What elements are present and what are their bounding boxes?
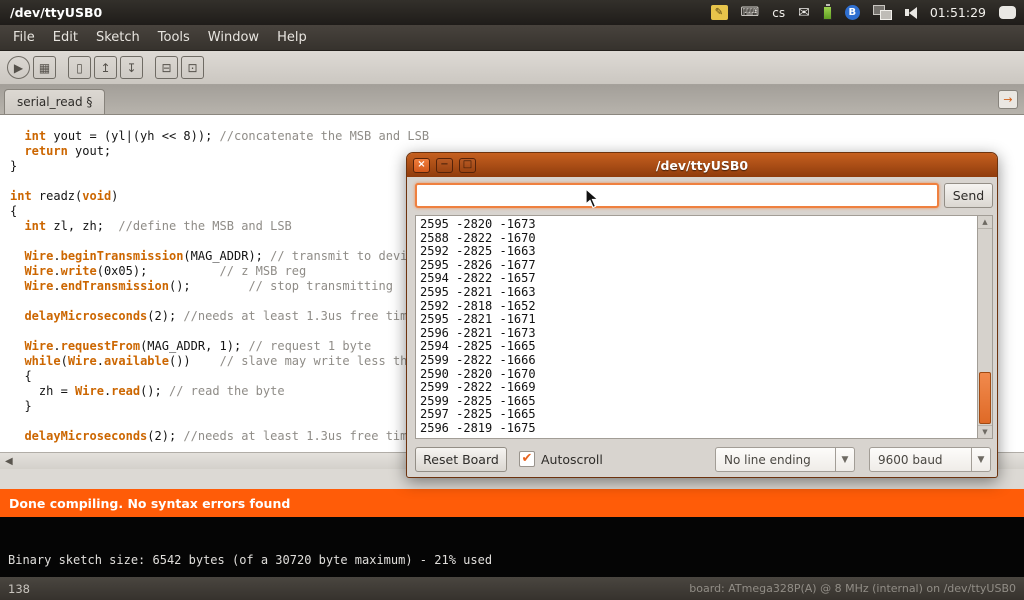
chevron-down-icon[interactable]: ▼	[835, 448, 854, 471]
notes-applet-icon[interactable]: ✎	[711, 5, 728, 20]
scroll-up-arrow-icon[interactable]: ▲	[978, 216, 992, 229]
maximize-window-button[interactable]: □	[459, 158, 476, 173]
system-tray: ✎ ⌨ cs ✉ B 01:51:29	[711, 5, 1017, 20]
board-info: board: ATmega328P(A) @ 8 MHz (internal) …	[689, 582, 1016, 595]
build-console: Binary sketch size: 6542 bytes (of a 307…	[0, 517, 1024, 577]
tab-serial-read[interactable]: serial_read §	[4, 89, 105, 114]
serial-monitor-titlebar[interactable]: /dev/ttyUSB0 × − □	[407, 153, 997, 177]
serial-output-area[interactable]: 2595 -2820 -1673 2588 -2822 -1670 2592 -…	[415, 215, 993, 439]
keyboard-icon[interactable]: ⌨	[741, 5, 760, 20]
stop-button[interactable]: ▦	[33, 56, 56, 79]
tab-bar: serial_read § →	[0, 85, 1024, 115]
volume-icon-cone	[909, 7, 917, 19]
battery-icon[interactable]	[823, 6, 832, 20]
autoscroll-label: Autoscroll	[541, 452, 603, 467]
network-icon[interactable]	[873, 5, 892, 20]
menu-edit[interactable]: Edit	[44, 26, 87, 49]
baud-rate-value: 9600 baud	[870, 453, 971, 467]
save-button[interactable]: ↧	[120, 56, 143, 79]
serial-output-scrollbar[interactable]: ▲ ▼	[977, 216, 992, 438]
scrollbar-thumb[interactable]	[979, 372, 991, 424]
line-ending-select[interactable]: No line ending ▼	[715, 447, 855, 472]
toolbar: ▶ ▦ ▯ ↥ ↧ ⊟ ⊡	[0, 51, 1024, 85]
menubar: File Edit Sketch Tools Window Help	[0, 25, 1024, 51]
clock[interactable]: 01:51:29	[930, 5, 986, 20]
menu-help[interactable]: Help	[268, 26, 316, 49]
session-menu-icon[interactable]	[999, 6, 1016, 19]
serial-output-text: 2595 -2820 -1673 2588 -2822 -1670 2592 -…	[420, 218, 974, 436]
send-button[interactable]: Send	[944, 183, 993, 208]
keyboard-layout-indicator[interactable]: cs	[772, 6, 785, 20]
upload-button[interactable]: ⊟	[155, 56, 178, 79]
menu-tools[interactable]: Tools	[149, 26, 199, 49]
new-sketch-button[interactable]: ▯	[68, 56, 91, 79]
code-line: int yout = (yl|(yh << 8)); //concatenate…	[10, 129, 1024, 144]
scroll-left-arrow-icon[interactable]: ◀	[5, 456, 13, 467]
menu-sketch[interactable]: Sketch	[87, 26, 149, 49]
compile-status-message: Done compiling. No syntax errors found	[9, 496, 290, 511]
volume-icon[interactable]	[905, 7, 917, 19]
build-console-text: Binary sketch size: 6542 bytes (of a 307…	[8, 553, 492, 567]
reset-board-button[interactable]: Reset Board	[415, 447, 507, 472]
mail-icon[interactable]: ✉	[798, 6, 810, 20]
minimize-window-button[interactable]: −	[436, 158, 453, 173]
screen: /dev/ttyUSB0 ✎ ⌨ cs ✉ B 01:51:29 File Ed…	[0, 0, 1024, 600]
line-ending-value: No line ending	[716, 453, 835, 467]
bluetooth-icon[interactable]: B	[845, 5, 860, 20]
close-window-button[interactable]: ×	[413, 158, 430, 173]
compile-status-bar: Done compiling. No syntax errors found	[0, 489, 1024, 517]
line-number-indicator: 138	[8, 582, 30, 596]
serial-send-input[interactable]	[415, 183, 939, 208]
autoscroll-checkbox[interactable]: ✔	[519, 451, 535, 467]
menu-file[interactable]: File	[4, 26, 44, 49]
menu-window[interactable]: Window	[199, 26, 268, 49]
serial-monitor-title: /dev/ttyUSB0	[407, 158, 997, 173]
serial-monitor-button[interactable]: ⊡	[181, 56, 204, 79]
scroll-down-arrow-icon[interactable]: ▼	[978, 425, 992, 438]
open-button[interactable]: ↥	[94, 56, 117, 79]
ide-footer: 138 board: ATmega328P(A) @ 8 MHz (intern…	[0, 577, 1024, 600]
system-panel: /dev/ttyUSB0 ✎ ⌨ cs ✉ B 01:51:29	[0, 0, 1024, 25]
panel-window-title: /dev/ttyUSB0	[10, 5, 102, 20]
verify-button[interactable]: ▶	[7, 56, 30, 79]
serial-monitor-window: /dev/ttyUSB0 × − □ Send 2595 -2820 -1673…	[406, 152, 998, 478]
baud-rate-select[interactable]: 9600 baud ▼	[869, 447, 991, 472]
chevron-down-icon[interactable]: ▼	[971, 448, 990, 471]
tab-menu-button[interactable]: →	[998, 90, 1018, 109]
